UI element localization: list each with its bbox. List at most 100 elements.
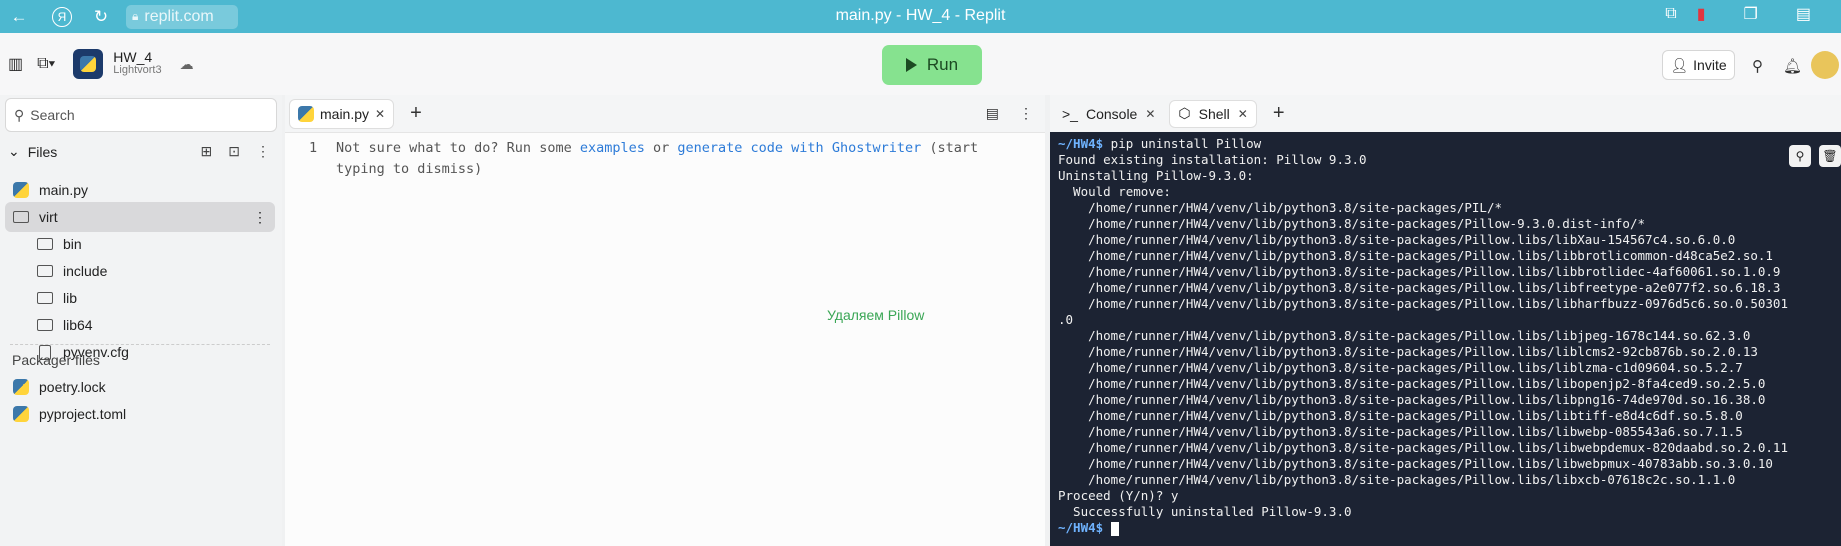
search-placeholder: Search — [30, 107, 75, 123]
line-number: 1 — [309, 140, 318, 156]
files-label: Files — [27, 143, 58, 160]
new-folder-icon[interactable]: ⊡ — [228, 143, 240, 160]
terminal-line: /home/runner/HW4/venv/lib/python3.8/site… — [1058, 216, 1645, 231]
terminal-line: /home/runner/HW4/venv/lib/python3.8/site… — [1058, 392, 1766, 407]
run-button[interactable]: Run — [882, 45, 982, 85]
section-divider — [10, 344, 270, 345]
file-item-pyproject[interactable]: pyproject.toml — [5, 399, 275, 429]
tabs-icon[interactable]: ⧉ — [1665, 5, 1676, 23]
terminal-line: /home/runner/HW4/venv/lib/python3.8/site… — [1058, 264, 1781, 279]
search-icon[interactable]: ⚲ — [1752, 57, 1763, 75]
folder-label: lib — [63, 290, 78, 306]
terminal-line: /home/runner/HW4/venv/lib/python3.8/site… — [1058, 280, 1781, 295]
play-icon — [905, 58, 917, 72]
python-file-icon — [13, 182, 29, 198]
more-options-icon[interactable]: ⋮ — [253, 209, 267, 226]
close-icon[interactable]: ✕ — [1145, 107, 1155, 121]
python-icon — [80, 56, 97, 72]
hint-text: Not sure what to do? Run some — [336, 140, 580, 156]
yandex-icon[interactable]: Я — [52, 6, 72, 27]
file-label: pyproject.toml — [39, 406, 127, 422]
more-options-icon[interactable]: ⋮ — [1019, 105, 1033, 122]
folder-label: lib64 — [63, 317, 93, 333]
more-options-icon[interactable]: ⋮ — [256, 143, 270, 160]
tab-shell[interactable]: ⬡ Shell ✕ — [1169, 99, 1257, 128]
shell-command: pip uninstall Pillow — [1103, 136, 1262, 151]
folder-label: include — [63, 263, 108, 279]
folder-item-lib[interactable]: lib — [5, 283, 275, 313]
file-item-poetry-lock[interactable]: poetry.lock — [5, 372, 275, 402]
ghostwriter-link[interactable]: generate code with Ghostwriter — [677, 140, 921, 156]
search-icon: ⚲ — [14, 106, 25, 123]
browser-toolbar: ← Я ↻ 🔒︎ replit.com main.py - HW_4 - Rep… — [0, 0, 1841, 33]
search-input[interactable]: ⚲ Search — [5, 98, 277, 132]
terminal-line: Uninstalling Pillow-9.3.0: — [1058, 168, 1254, 183]
folder-item-lib64[interactable]: lib64 — [5, 310, 275, 340]
close-icon[interactable]: ✕ — [1238, 107, 1248, 121]
downloads-icon[interactable]: ▤ — [1796, 4, 1811, 24]
code-editor: main.py ✕ + ▤ ⋮ 1 Not sure what to do? R… — [285, 95, 1045, 546]
terminal-lines: Found existing installation: Pillow 9.3.… — [1058, 152, 1841, 520]
shell-prompt: ~/HW4$ — [1058, 520, 1104, 535]
folder-item-include[interactable]: include — [5, 256, 275, 286]
folder-icon — [37, 238, 53, 250]
ghostwriter-hint: Not sure what to do? Run some examples o… — [336, 138, 1016, 180]
sidebar-toggle-icon[interactable]: ▥ — [8, 54, 23, 74]
add-tab-icon[interactable]: + — [410, 102, 422, 125]
tab-console[interactable]: >_ Console ✕ — [1054, 100, 1163, 128]
folder-icon — [37, 265, 53, 277]
terminal-line: /home/runner/HW4/venv/lib/python3.8/site… — [1058, 424, 1743, 439]
tab-label: Console — [1085, 105, 1138, 122]
folder-label: bin — [63, 236, 82, 252]
terminal-line: Proceed (Y/n)? y — [1058, 488, 1179, 503]
user-avatar[interactable] — [1811, 51, 1839, 79]
terminal-line: /home/runner/HW4/venv/lib/python3.8/site… — [1058, 248, 1773, 263]
files-section-header[interactable]: ⌄ Files — [8, 143, 57, 160]
folder-item-bin[interactable]: bin — [5, 229, 275, 259]
terminal-line: /home/runner/HW4/venv/lib/python3.8/site… — [1058, 296, 1788, 311]
terminal-line: /home/runner/HW4/venv/lib/python3.8/site… — [1058, 232, 1736, 247]
python-file-icon — [13, 379, 29, 395]
collections-icon[interactable]: ❐ — [1744, 4, 1758, 24]
project-info[interactable]: HW_4 Lightvort3 — [113, 50, 162, 77]
clear-icon[interactable]: 🗑︎ — [1819, 145, 1841, 167]
terminal-line: Successfully uninstalled Pillow-9.3.0 — [1058, 504, 1352, 519]
terminal-line: /home/runner/HW4/venv/lib/python3.8/site… — [1058, 360, 1743, 375]
file-item-main-py[interactable]: main.py — [5, 175, 275, 205]
annotation-text: Удаляем Pillow — [827, 307, 925, 323]
examples-link[interactable]: examples — [580, 140, 645, 156]
bookmark-icon[interactable]: ▮ — [1697, 4, 1706, 24]
run-label: Run — [926, 55, 959, 74]
terminal-output[interactable]: ~/HW4$ pip uninstall Pillow Found existi… — [1058, 136, 1841, 536]
address-bar[interactable]: 🔒︎ replit.com — [126, 4, 238, 29]
terminal-line: /home/runner/HW4/venv/lib/python3.8/site… — [1058, 472, 1736, 487]
terminal-line: Found existing installation: Pillow 9.3.… — [1058, 152, 1367, 167]
back-arrow-icon[interactable]: ← — [8, 6, 30, 28]
shell-panel: >_ Console ✕ ⬡ Shell ✕ + ~/HW4$ pip unin… — [1050, 95, 1841, 546]
add-user-icon: 👤︎ — [1670, 56, 1689, 73]
folder-item-virt[interactable]: virt ⋮ — [5, 202, 275, 232]
panel-tab-bar: >_ Console ✕ ⬡ Shell ✕ + — [1050, 95, 1841, 132]
add-tab-icon[interactable]: + — [1273, 102, 1285, 125]
app-header: ▥ ⧉▾ HW_4 Lightvort3 ☁ Run 👤︎ Invite ⚲ 🔔… — [0, 33, 1841, 95]
project-avatar[interactable] — [73, 49, 104, 79]
page-title: main.py - HW_4 - Replit — [835, 7, 1006, 24]
file-label: main.py — [39, 182, 89, 198]
project-owner: Lightvort3 — [113, 64, 162, 76]
invite-button[interactable]: 👤︎ Invite — [1662, 50, 1735, 80]
search-icon[interactable]: ⚲ — [1789, 145, 1811, 167]
terminal-line: Would remove: — [1058, 184, 1171, 199]
cloud-sync-icon[interactable]: ☁ — [180, 56, 194, 73]
terminal-cursor — [1110, 521, 1119, 536]
folder-open-icon — [13, 211, 29, 223]
layout-menu-icon[interactable]: ⧉▾ — [37, 55, 55, 73]
close-icon[interactable]: ✕ — [375, 107, 385, 121]
reload-icon[interactable]: ↻ — [90, 6, 112, 28]
notifications-icon[interactable]: 🔔︎ — [1783, 57, 1802, 75]
python-file-icon — [298, 105, 314, 122]
editor-settings-icon[interactable]: ▤ — [986, 105, 999, 122]
packager-files-header: Packager files — [12, 352, 100, 368]
tab-main-py[interactable]: main.py ✕ — [289, 98, 395, 129]
new-file-icon[interactable]: ⊞ — [201, 143, 213, 160]
tab-label: Shell — [1198, 105, 1230, 122]
